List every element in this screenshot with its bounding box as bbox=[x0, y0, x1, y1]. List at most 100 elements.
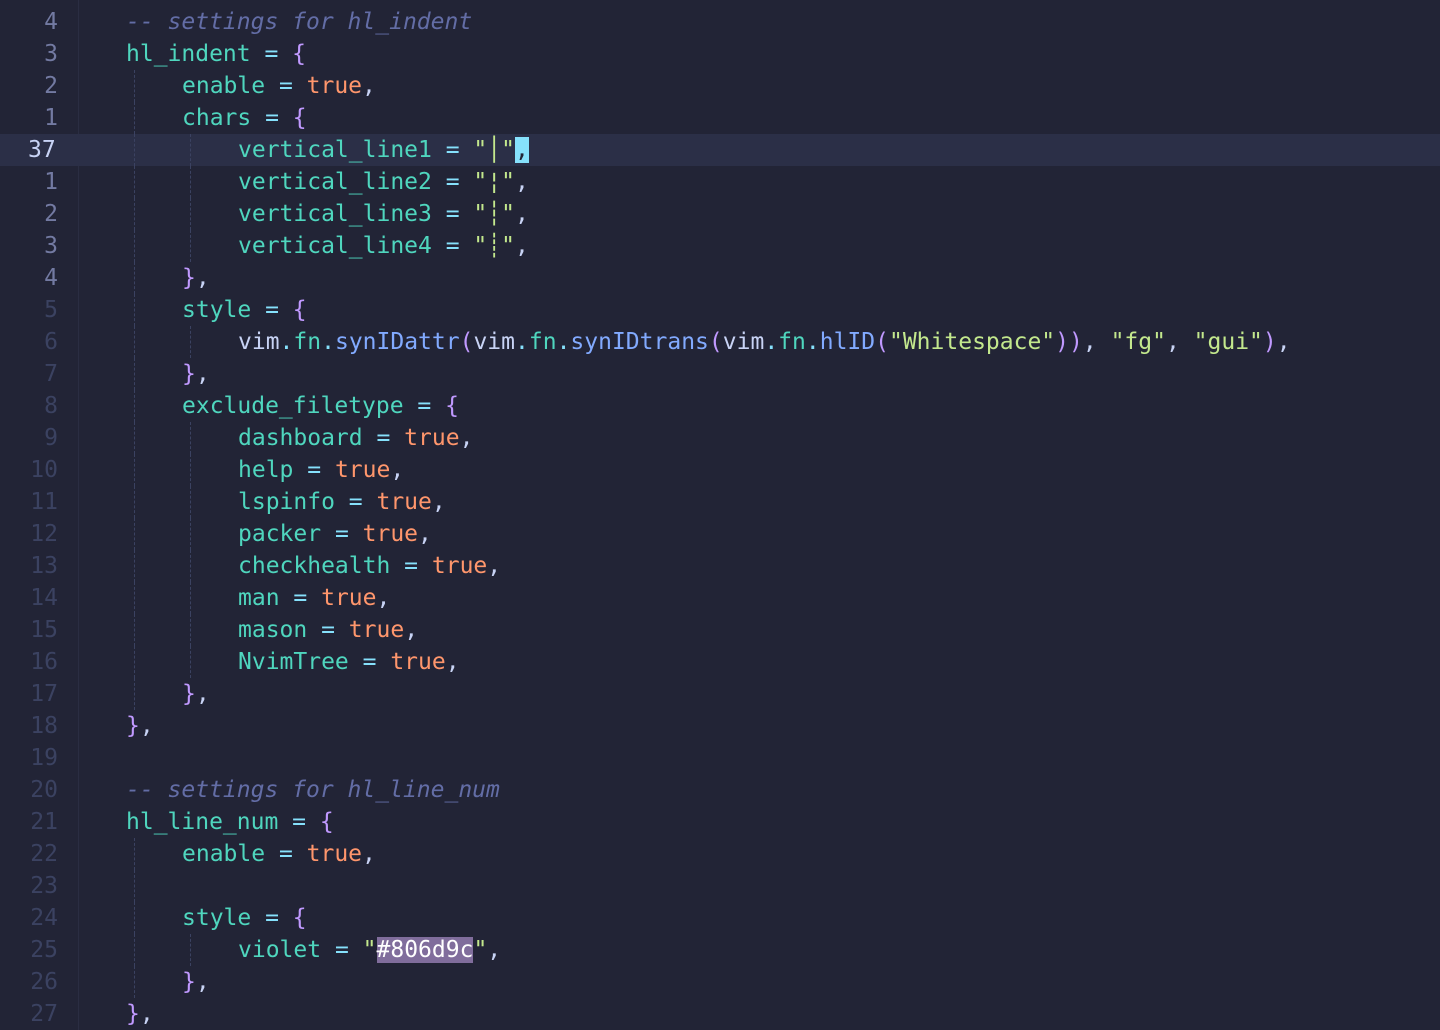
table-key: chars bbox=[182, 105, 252, 131]
code-line[interactable]: 24 style = { bbox=[0, 902, 1440, 934]
code-line[interactable]: 19 bbox=[0, 742, 1440, 774]
code-line[interactable]: 11 lspinfo = true, bbox=[0, 486, 1440, 518]
indent-guide bbox=[134, 422, 135, 454]
indent-guide bbox=[190, 646, 191, 678]
indent-guide bbox=[134, 230, 135, 262]
code-line[interactable]: 7 }, bbox=[0, 358, 1440, 390]
current-line-number: 37 bbox=[28, 137, 56, 163]
code-line[interactable]: 3 hl_indent = { bbox=[0, 38, 1440, 70]
code-line[interactable]: 5 style = { bbox=[0, 294, 1440, 326]
code-line[interactable]: 20 -- settings for hl_line_num bbox=[0, 774, 1440, 806]
boolean-value: true bbox=[431, 553, 488, 579]
operator: = bbox=[431, 233, 474, 259]
table-key: NvimTree bbox=[238, 649, 349, 675]
code-line[interactable]: 6 vim.fn.synIDattr(vim.fn.synIDtrans(vim… bbox=[0, 326, 1440, 358]
code-line[interactable]: 8 exclude_filetype = { bbox=[0, 390, 1440, 422]
punctuation: , bbox=[195, 681, 210, 707]
indent-guide bbox=[134, 934, 135, 966]
code-content[interactable]: hl_indent = { bbox=[126, 38, 306, 70]
line-number: 16 bbox=[30, 649, 58, 675]
code-content[interactable]: vertical_line2 = "¦", bbox=[238, 166, 529, 198]
code-content[interactable]: help = true, bbox=[238, 454, 404, 486]
code-content[interactable]: style = { bbox=[182, 294, 307, 326]
code-line[interactable]: 10 help = true, bbox=[0, 454, 1440, 486]
code-content[interactable]: }, bbox=[126, 710, 154, 742]
line-number: 6 bbox=[44, 329, 58, 355]
punctuation: , bbox=[362, 841, 376, 867]
code-content[interactable]: exclude_filetype = { bbox=[182, 390, 459, 422]
indent-guide bbox=[190, 230, 191, 262]
code-line[interactable]: 22 enable = true, bbox=[0, 838, 1440, 870]
operator: . bbox=[556, 329, 571, 355]
code-line[interactable]: 25 violet = "#806d9c", bbox=[0, 934, 1440, 966]
code-content[interactable]: violet = "#806d9c", bbox=[238, 934, 501, 966]
code-line[interactable]: 3 vertical_line4 = "┊", bbox=[0, 230, 1440, 262]
boolean-value: true bbox=[390, 649, 446, 675]
code-content[interactable]: packer = true, bbox=[238, 518, 432, 550]
code-content[interactable]: -- settings for hl_line_num bbox=[126, 774, 500, 806]
code-line[interactable]: 9 dashboard = true, bbox=[0, 422, 1440, 454]
boolean-value: true bbox=[376, 489, 432, 515]
code-content[interactable]: dashboard = true, bbox=[238, 422, 473, 454]
code-content[interactable]: chars = { bbox=[182, 102, 307, 134]
code-content[interactable]: vertical_line4 = "┊", bbox=[238, 230, 529, 262]
line-number: 7 bbox=[44, 361, 58, 387]
code-content[interactable]: checkhealth = true, bbox=[238, 550, 501, 582]
code-content[interactable]: }, bbox=[182, 678, 210, 710]
code-content[interactable]: hl_line_num = { bbox=[126, 806, 334, 838]
operator: = bbox=[431, 201, 474, 227]
code-line[interactable]: 21 hl_line_num = { bbox=[0, 806, 1440, 838]
punctuation: , bbox=[445, 649, 460, 675]
punctuation: , bbox=[362, 73, 376, 99]
code-line[interactable]: 4 -- settings for hl_indent bbox=[0, 6, 1440, 38]
code-content[interactable]: }, bbox=[182, 358, 210, 390]
punctuation: , bbox=[487, 553, 502, 579]
table-key: help bbox=[238, 457, 294, 483]
code-content[interactable]: }, bbox=[126, 998, 154, 1030]
code-content[interactable]: mason = true, bbox=[238, 614, 418, 646]
code-content[interactable]: NvimTree = true, bbox=[238, 646, 460, 678]
code-line[interactable]: 2 vertical_line3 = "┆", bbox=[0, 198, 1440, 230]
code-content[interactable]: vertical_line3 = "┆", bbox=[238, 198, 529, 230]
line-number: 10 bbox=[30, 457, 58, 483]
code-content[interactable]: vertical_line1 = "│", bbox=[238, 134, 529, 166]
brace: { bbox=[319, 809, 334, 835]
code-content[interactable]: man = true, bbox=[238, 582, 390, 614]
line-number: 18 bbox=[30, 713, 58, 739]
code-line[interactable]: 4 }, bbox=[0, 262, 1440, 294]
code-line[interactable]: 1 vertical_line2 = "¦", bbox=[0, 166, 1440, 198]
code-content[interactable]: vim.fn.synIDattr(vim.fn.synIDtrans(vim.f… bbox=[238, 326, 1291, 358]
indent-guide bbox=[190, 166, 191, 198]
code-content[interactable]: }, bbox=[182, 966, 210, 998]
code-line[interactable]: 15 mason = true, bbox=[0, 614, 1440, 646]
brace: { bbox=[445, 393, 459, 419]
code-line[interactable]: 23 bbox=[0, 870, 1440, 902]
code-content[interactable]: lspinfo = true, bbox=[238, 486, 446, 518]
code-line[interactable]: 16 NvimTree = true, bbox=[0, 646, 1440, 678]
code-editor[interactable]: 4 -- settings for hl_indent 3 hl_indent … bbox=[0, 0, 1440, 1030]
table-key: violet bbox=[238, 937, 322, 963]
line-number: 17 bbox=[30, 681, 58, 707]
code-content[interactable]: enable = true, bbox=[182, 838, 376, 870]
code-line[interactable]: 1 chars = { bbox=[0, 102, 1440, 134]
code-content[interactable]: enable = true, bbox=[182, 70, 376, 102]
code-line[interactable]: 13 checkhealth = true, bbox=[0, 550, 1440, 582]
code-line[interactable]: 27 }, bbox=[0, 998, 1440, 1030]
code-line[interactable]: 14 man = true, bbox=[0, 582, 1440, 614]
line-number: 22 bbox=[30, 841, 58, 867]
line-number: 9 bbox=[44, 425, 58, 451]
string-quote: " bbox=[501, 137, 515, 163]
code-line[interactable]: 12 packer = true, bbox=[0, 518, 1440, 550]
code-content[interactable]: }, bbox=[182, 262, 210, 294]
code-line[interactable]: 17 }, bbox=[0, 678, 1440, 710]
code-line[interactable]: 26 }, bbox=[0, 966, 1440, 998]
table-key: vertical_line2 bbox=[238, 169, 432, 195]
operator: = bbox=[251, 105, 293, 131]
line-number: 4 bbox=[44, 9, 58, 35]
code-content[interactable]: -- settings for hl_indent bbox=[126, 6, 472, 38]
code-line[interactable]: 18 }, bbox=[0, 710, 1440, 742]
code-content[interactable]: style = { bbox=[182, 902, 307, 934]
operator: . bbox=[321, 329, 335, 355]
current-code-line[interactable]: 37 vertical_line1 = "│", bbox=[0, 134, 1440, 166]
code-line[interactable]: 2 enable = true, bbox=[0, 70, 1440, 102]
